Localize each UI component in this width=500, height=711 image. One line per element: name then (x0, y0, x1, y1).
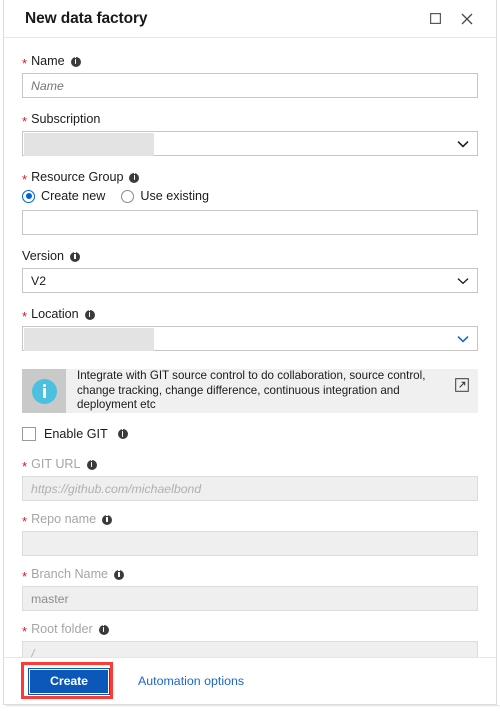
label-branch-name: Branch Name (31, 567, 109, 581)
resource-group-input[interactable] (22, 210, 478, 235)
field-version: Version V2 (22, 249, 478, 293)
info-icon-git-url[interactable] (86, 459, 97, 470)
info-icon-root-folder[interactable] (98, 624, 109, 635)
required-asterisk: * (22, 308, 28, 324)
dialog-footer: Create Automation options (4, 657, 496, 704)
label-git-url: GIT URL (31, 457, 81, 471)
root-folder-input: / (22, 641, 478, 657)
close-button[interactable] (456, 8, 478, 30)
chevron-down-icon (457, 274, 469, 288)
git-info-banner: Integrate with GIT source control to do … (22, 369, 478, 413)
external-link-icon[interactable] (455, 378, 469, 392)
radio-indicator-create-new (22, 189, 35, 203)
new-data-factory-dialog: New data factory * Name Name * Subscript… (3, 0, 497, 705)
radio-label-use-existing: Use existing (140, 189, 210, 203)
subscription-select[interactable] (22, 131, 478, 156)
enable-git-checkbox[interactable] (22, 427, 36, 441)
field-git-url: * GIT URL https://github.com/michaelbond (22, 457, 478, 501)
dialog-body: * Name Name * Subscription * Resource Gr… (4, 38, 496, 657)
label-row-version: Version (22, 249, 478, 264)
location-redacted-value (24, 328, 154, 351)
required-asterisk: * (22, 171, 28, 187)
enable-git-label: Enable GIT (44, 427, 108, 441)
required-asterisk: * (22, 458, 28, 474)
field-subscription: * Subscription (22, 112, 478, 156)
label-name: Name (31, 54, 65, 68)
chevron-down-icon (457, 137, 469, 151)
branch-name-input: master (22, 586, 478, 611)
info-icon-resource-group[interactable] (129, 172, 140, 183)
automation-options-link[interactable]: Automation options (138, 674, 244, 688)
label-version: Version (22, 249, 65, 263)
subscription-redacted-value (24, 133, 154, 156)
location-select[interactable] (22, 326, 478, 351)
root-folder-placeholder: / (31, 646, 35, 658)
name-input[interactable]: Name (22, 73, 478, 98)
field-root-folder: * Root folder / (22, 622, 478, 657)
info-icon-version[interactable] (70, 251, 81, 262)
required-asterisk: * (22, 113, 28, 129)
label-row-resource-group: * Resource Group (22, 170, 478, 187)
info-icon-location[interactable] (84, 309, 95, 320)
enable-git-row: Enable GIT (22, 427, 478, 441)
required-asterisk: * (22, 568, 28, 584)
titlebar-actions (424, 8, 486, 30)
label-repo-name: Repo name (31, 512, 97, 526)
radio-label-create-new: Create new (41, 189, 106, 203)
label-location: Location (31, 307, 79, 321)
field-repo-name: * Repo name (22, 512, 478, 556)
label-subscription: Subscription (31, 112, 101, 126)
field-location: * Location (22, 307, 478, 351)
maximize-button[interactable] (424, 8, 446, 30)
dialog-drop-shadow (6, 705, 500, 707)
radio-indicator-use-existing (121, 189, 135, 203)
label-resource-group: Resource Group (31, 170, 124, 184)
required-asterisk: * (22, 55, 28, 71)
label-row-root-folder: * Root folder (22, 622, 478, 639)
git-url-placeholder: https://github.com/michaelbond (31, 481, 202, 496)
banner-message: Integrate with GIT source control to do … (77, 369, 426, 412)
required-asterisk: * (22, 623, 28, 639)
label-row-branch-name: * Branch Name (22, 567, 478, 584)
label-row-location: * Location (22, 307, 478, 324)
field-resource-group: * Resource Group Create new Use existing (22, 170, 478, 235)
field-branch-name: * Branch Name master (22, 567, 478, 611)
info-icon-name[interactable] (70, 56, 81, 67)
chevron-down-icon (457, 332, 469, 346)
screenshot-root: New data factory * Name Name * Subscript… (0, 0, 500, 711)
branch-name-value: master (31, 591, 69, 606)
repo-name-input (22, 531, 478, 556)
version-value: V2 (31, 273, 47, 288)
label-row-git-url: * GIT URL (22, 457, 478, 474)
page-title: New data factory (25, 9, 148, 27)
info-icon-repo-name[interactable] (102, 514, 113, 525)
label-row-repo-name: * Repo name (22, 512, 478, 529)
info-icon-branch-name[interactable] (114, 569, 125, 580)
create-button[interactable]: Create (28, 667, 110, 695)
maximize-icon (429, 13, 441, 24)
dialog-titlebar: New data factory (4, 0, 496, 38)
git-url-input: https://github.com/michaelbond (22, 476, 478, 501)
radio-use-existing[interactable]: Use existing (121, 189, 209, 203)
label-row-subscription: * Subscription (22, 112, 478, 129)
close-icon (461, 13, 473, 25)
resource-group-radio-group: Create new Use existing (22, 189, 478, 203)
info-circle-icon (31, 378, 57, 404)
field-name: * Name Name (22, 54, 478, 98)
info-icon-enable-git[interactable] (117, 429, 128, 439)
label-root-folder: Root folder (31, 622, 93, 636)
version-select[interactable]: V2 (22, 268, 478, 293)
label-row-name: * Name (22, 54, 478, 71)
radio-create-new[interactable]: Create new (22, 189, 105, 203)
banner-icon-area (22, 369, 66, 413)
required-asterisk: * (22, 513, 28, 529)
name-input-placeholder: Name (31, 78, 64, 93)
